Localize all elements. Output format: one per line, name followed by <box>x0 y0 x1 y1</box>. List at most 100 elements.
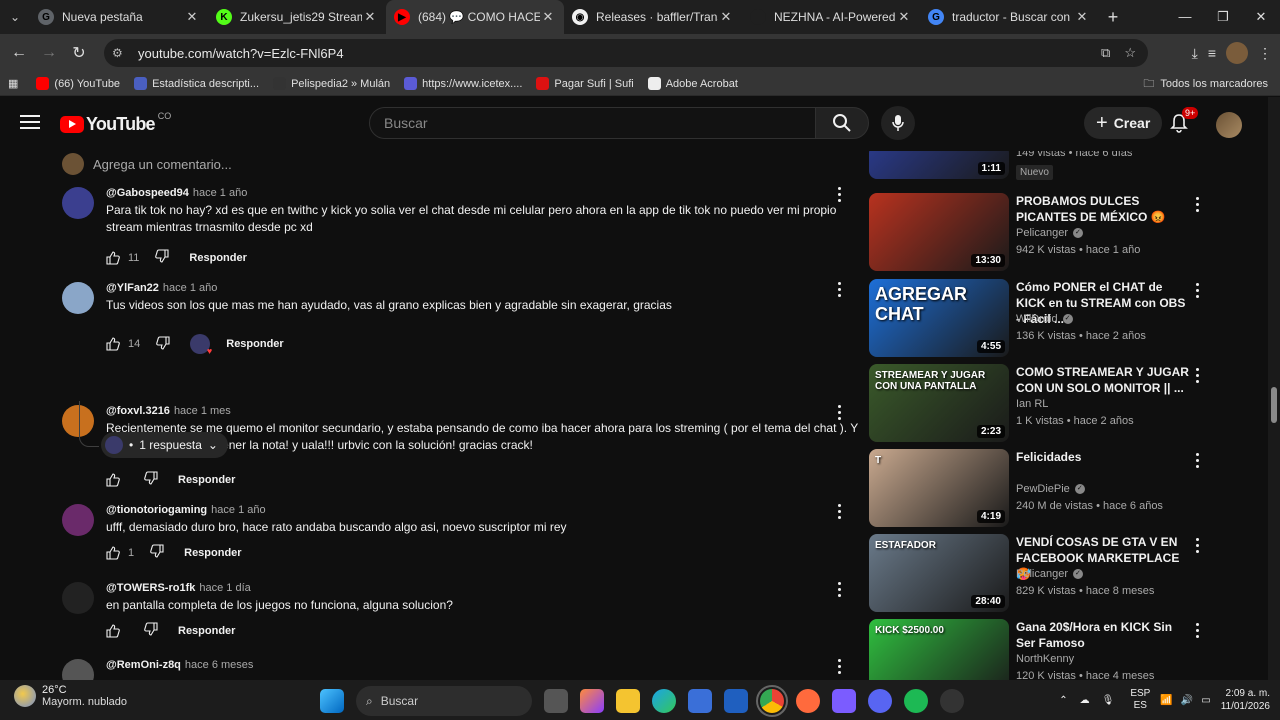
copilot-icon[interactable] <box>580 689 604 713</box>
reply-button[interactable]: Responder <box>226 338 283 350</box>
dislike-button[interactable] <box>144 471 158 488</box>
search-button[interactable] <box>815 107 869 139</box>
comment-menu-icon[interactable] <box>838 405 842 423</box>
bookmark-item[interactable]: Adobe Acrobat <box>647 77 738 90</box>
video-title[interactable]: Gana 20$/Hora en KICK Sin Ser Famoso <box>1016 619 1191 651</box>
like-button[interactable]: 1 <box>106 545 134 560</box>
video-menu-icon[interactable] <box>1196 197 1200 215</box>
new-tab-button[interactable]: + <box>1098 7 1128 28</box>
comment-author[interactable]: @YlFan22 <box>106 282 159 294</box>
youtube-logo[interactable]: YouTube CO <box>60 111 171 135</box>
video-channel[interactable]: Pelicanger ✓ <box>1016 568 1083 580</box>
video-thumbnail[interactable]: STREAMEAR Y JUGAR CON UNA PANTALLA 2:23 <box>869 364 1009 442</box>
language-indicator[interactable]: ESP ES <box>1130 688 1150 712</box>
notifications-button[interactable]: 9+ <box>1170 107 1199 138</box>
all-bookmarks[interactable]: 🗀 Todos los marcadores <box>1143 72 1268 96</box>
browser-tab[interactable]: G Nueva pestaña ✕ <box>30 0 208 34</box>
related-video[interactable]: STREAMEAR Y JUGAR CON UNA PANTALLA 2:23 CO… <box>869 364 1209 442</box>
menu-icon[interactable] <box>20 115 40 133</box>
video-thumbnail[interactable]: AGREGAR CHAT 4:55 <box>869 279 1009 357</box>
discord-icon[interactable] <box>868 689 892 713</box>
like-button[interactable]: 14 <box>106 337 140 351</box>
video-thumbnail[interactable]: 13:30 <box>869 193 1009 271</box>
apps-icon[interactable]: ▦ <box>8 77 18 90</box>
comment-menu-icon[interactable] <box>838 582 842 600</box>
browser-menu-icon[interactable]: ⋮ <box>1258 45 1272 62</box>
comment-menu-icon[interactable] <box>838 659 842 677</box>
creator-heart-icon[interactable]: ♥ <box>190 334 212 356</box>
commenter-avatar[interactable] <box>62 282 94 314</box>
comment-menu-icon[interactable] <box>838 504 842 522</box>
start-icon[interactable] <box>320 689 344 713</box>
chrome-icon[interactable] <box>756 685 788 717</box>
comment-author[interactable]: @RemOni-z8q <box>106 659 181 671</box>
browser-tab[interactable]: NEZHNA - AI-Powered Live✕ <box>742 0 920 34</box>
bookmark-star-icon[interactable]: ☆ <box>1124 45 1136 61</box>
close-tab-icon[interactable]: ✕ <box>718 9 734 25</box>
voice-search-button[interactable] <box>881 106 915 140</box>
add-comment-field[interactable]: Agrega un comentario... <box>62 153 232 175</box>
comment-time[interactable]: hace 1 día <box>199 582 250 594</box>
video-thumbnail[interactable]: ESTAFADOR 28:40 <box>869 534 1009 612</box>
dislike-button[interactable] <box>155 249 169 266</box>
downloads-icon[interactable]: ⤓ <box>1192 45 1198 62</box>
reply-button[interactable]: Responder <box>184 547 241 559</box>
related-video[interactable]: ESTAFADOR 28:40 VENDÍ COSAS DE GTA V EN FA… <box>869 534 1209 612</box>
video-menu-icon[interactable] <box>1196 623 1200 641</box>
maximize-icon[interactable]: ❐ <box>1204 0 1242 34</box>
comment-author[interactable]: @Gabospeed94 <box>106 187 189 199</box>
related-video[interactable]: 13:30 PROBAMOS DULCES PICANTES DE MÉXICO … <box>869 193 1209 271</box>
related-video[interactable]: AGREGAR CHAT 4:55 Cómo PONER el CHAT de KI… <box>869 279 1209 357</box>
wifi-icon[interactable]: 📶 <box>1160 695 1172 706</box>
video-menu-icon[interactable] <box>1196 283 1200 301</box>
url-text[interactable]: youtube.com/watch?v=Ezlc-FNl6P4 <box>138 46 1101 61</box>
account-avatar[interactable] <box>1216 112 1242 138</box>
word-icon[interactable] <box>724 689 748 713</box>
dislike-button[interactable] <box>144 622 158 639</box>
search-input[interactable]: Buscar <box>369 107 816 139</box>
comment-menu-icon[interactable] <box>838 282 842 300</box>
video-thumbnail[interactable]: T 4:19 <box>869 449 1009 527</box>
spotify-icon[interactable] <box>904 689 928 713</box>
volume-icon[interactable]: 🔊 <box>1181 695 1193 706</box>
commenter-avatar[interactable] <box>62 187 94 219</box>
commenter-avatar[interactable] <box>62 582 94 614</box>
tab-search-icon[interactable]: ⌄ <box>0 0 30 34</box>
video-channel[interactable]: NorthKenny <box>1016 653 1074 665</box>
commenter-avatar[interactable] <box>62 504 94 536</box>
reply-button[interactable]: Responder <box>189 252 246 264</box>
media-controls-icon[interactable]: ≡ <box>1208 45 1216 61</box>
show-replies-button[interactable]: • 1 respuesta ⌄ <box>101 432 228 458</box>
app-icon[interactable] <box>940 689 964 713</box>
reload-icon[interactable]: ↻ <box>64 43 94 63</box>
edge-icon[interactable] <box>652 689 676 713</box>
dislike-button[interactable] <box>156 335 170 353</box>
game-icon[interactable] <box>832 689 856 713</box>
like-button[interactable] <box>106 623 128 638</box>
site-info-icon[interactable]: ⚙ <box>112 46 130 60</box>
video-menu-icon[interactable] <box>1196 538 1200 556</box>
comment-author[interactable]: @tionotoriogaming <box>106 504 207 516</box>
comment-time[interactable]: hace 1 año <box>163 282 217 294</box>
related-video[interactable]: KICK $2500.00 Gana 20$/Hora en KICK Sin S… <box>869 619 1209 680</box>
install-app-icon[interactable]: ⧉ <box>1101 45 1110 61</box>
comment-time[interactable]: hace 1 año <box>211 504 265 516</box>
close-tab-icon[interactable]: ✕ <box>1074 9 1090 25</box>
create-button[interactable]: + Crear <box>1084 107 1163 139</box>
comment-author[interactable]: @foxvl.3216 <box>106 405 170 417</box>
forward-icon[interactable]: → <box>34 44 64 62</box>
file-explorer-icon[interactable] <box>616 689 640 713</box>
video-channel[interactable]: PewDiePie ✓ <box>1016 483 1085 495</box>
commenter-avatar[interactable] <box>62 659 94 680</box>
close-tab-icon[interactable]: ✕ <box>540 9 556 25</box>
minimize-icon[interactable]: — <box>1166 0 1204 34</box>
like-button[interactable]: 11 <box>106 250 139 265</box>
browser-tab[interactable]: K Zukersu_jetis29 Stream - W✕ <box>208 0 386 34</box>
bookmark-item[interactable]: Pagar Sufi | Sufi <box>536 77 634 90</box>
video-title[interactable]: PROBAMOS DULCES PICANTES DE MÉXICO 😡 <box>1016 193 1191 225</box>
obs-brave-icon[interactable] <box>796 689 820 713</box>
close-tab-icon[interactable]: ✕ <box>362 9 378 25</box>
close-window-icon[interactable]: ✕ <box>1242 0 1280 34</box>
video-title[interactable]: COMO STREAMEAR Y JUGAR CON UN SOLO MONIT… <box>1016 364 1191 396</box>
onedrive-icon[interactable]: ☁ <box>1080 695 1090 706</box>
